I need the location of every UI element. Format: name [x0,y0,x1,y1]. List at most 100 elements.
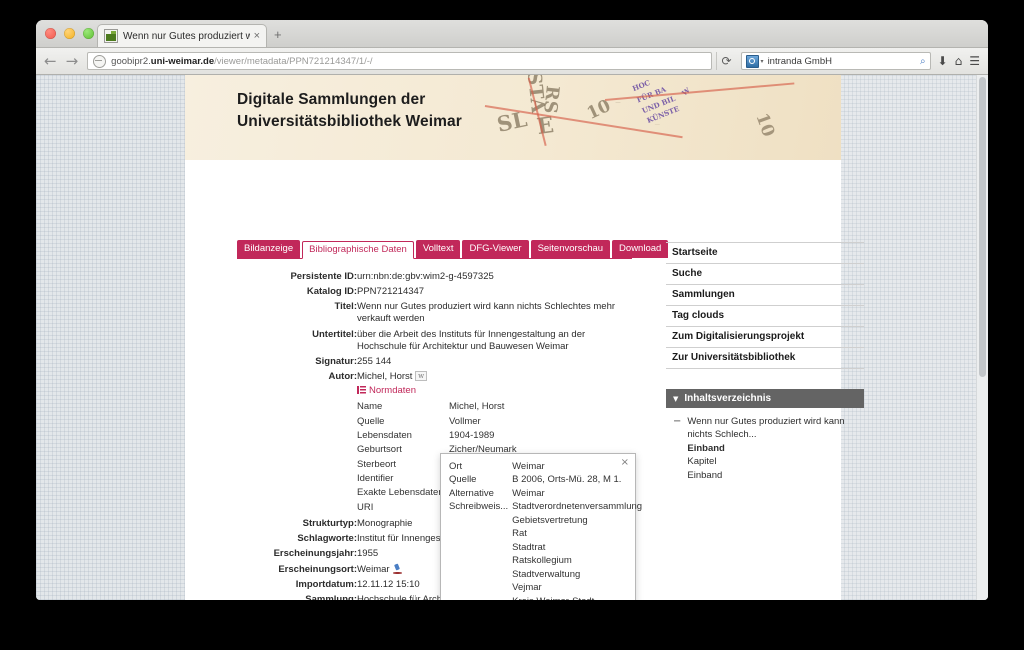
sidebar-item-digitalisierung[interactable]: Zum Digitalisierungsprojekt [666,327,864,348]
field-label: Erscheinungsjahr: [273,548,357,560]
browser-search-box[interactable]: ▾ intranda GmbH ⌕ [740,52,931,70]
field-label: Sammlung: [305,593,357,600]
popup-value: Stadtverordnetenversammlung [512,501,643,513]
gnd-popup[interactable]: × Ort Weimar Quelle B 2006, Orts-Mü. 28,… [440,453,642,600]
list-item: Gebietsvertretung [449,514,642,528]
popup-value: Stadtrat [512,541,546,553]
normdaten-key: Sterbeort [357,458,397,470]
tab-download[interactable]: Download [612,240,669,259]
field-label: Signatur: [315,355,357,367]
list-item: Lebensdaten 1904-1989 [357,429,517,443]
new-tab-button[interactable]: + [274,28,282,41]
toc-entry-einband-2[interactable]: Einband [687,469,857,482]
close-icon[interactable]: × [621,458,629,468]
tab-bibliographische-daten[interactable]: Bibliographische Daten [302,241,414,260]
toc-entry-root[interactable]: Wenn nur Gutes produziert wird kann nich… [687,415,857,442]
favicon-icon [104,29,118,43]
url-prefix: goobipr2. [111,55,151,67]
sidebar-item-startseite[interactable]: Startseite [666,243,864,264]
search-engine-icon[interactable] [745,54,759,68]
address-bar[interactable]: goobipr2.uni-weimar.de/viewer/metadata/P… [87,52,712,70]
tab-dfg-viewer[interactable]: DFG-Viewer [462,240,529,259]
normdaten-link[interactable]: Normdaten [369,385,416,396]
popup-value: B 2006, Orts-Mü. 28, M 1. [512,474,622,486]
field-label: Titel: [334,301,357,313]
popup-key [449,514,512,528]
chevron-down-icon[interactable]: ▼ [673,395,678,403]
list-item: Stadtrat [449,541,642,555]
field-label: Importdatum: [295,578,357,590]
url-host: uni-weimar.de [150,55,215,67]
popup-key [449,528,512,542]
reload-icon[interactable]: ⟳ [715,52,737,70]
search-input[interactable]: intranda GmbH [768,56,920,67]
wikipedia-icon[interactable]: w [415,371,428,382]
sidebar-item-universitaetsbibliothek[interactable]: Zur Universitätsbibliothek [666,348,864,369]
sidebar-item-sammlungen[interactable]: Sammlungen [666,285,864,306]
popup-key: Ort [449,460,463,472]
popup-value: Kreis Weimar-Stadt [512,595,642,600]
maximize-window-button[interactable] [83,28,94,39]
normdaten-key: Exakte Lebensdaten [357,487,444,499]
normdaten-value: Michel, Horst [449,401,505,413]
list-item: Name Michel, Horst [357,400,517,414]
menu-icon[interactable]: ☰ [969,55,980,67]
normdaten-key: Identifier [357,473,394,485]
close-window-button[interactable] [45,28,56,39]
sidebar-item-tag-clouds[interactable]: Tag clouds [666,306,864,327]
normdaten-value: 1904-1989 [449,430,495,442]
map-pin-icon[interactable] [392,564,402,574]
popup-value: Rat [512,528,527,540]
home-icon[interactable]: ⌂ [955,55,963,67]
scrollbar-thumb[interactable] [979,77,986,377]
site-title-line-1: Digitale Sammlungen der [237,91,426,108]
popup-value: Ratskollegium [512,555,572,567]
close-icon[interactable]: × [254,30,260,42]
normdaten-value: Vollmer [449,415,481,427]
sidebar-item-suche[interactable]: Suche [666,264,864,285]
forward-icon[interactable]: → [66,53,79,69]
popup-table: Ort Weimar Quelle B 2006, Orts-Mü. 28, M… [449,460,643,601]
popup-key [449,568,512,582]
scrollbar[interactable] [976,75,988,600]
search-icon[interactable]: ⌕ [920,56,926,67]
table-row: Signatur: 255 144 [237,354,632,369]
field-value: 255 144 [357,355,392,367]
normdaten-key: URI [357,501,374,513]
normdaten-key: Quelle [357,415,385,427]
browser-tab-strip: Wenn nur Gutes produziert wi... × + [36,20,988,48]
tab-bildanzeige[interactable]: Bildanzeige [237,240,301,259]
back-icon[interactable]: ← [44,53,57,69]
minimize-window-button[interactable] [64,28,75,39]
toc-header[interactable]: ▼ Inhaltsverzeichnis [666,389,864,408]
normdaten-key: Lebensdaten [357,430,412,442]
collapse-icon[interactable]: − [673,417,681,427]
address-bar-text: goobipr2.uni-weimar.de/viewer/metadata/P… [111,56,372,67]
table-row: Persistente ID: urn:nbn:de:gbv:wim2-g-45… [237,269,632,284]
toc-title: Inhaltsverzeichnis [684,393,772,404]
browser-tab-title: Wenn nur Gutes produziert wi... [123,30,250,42]
downloads-icon[interactable]: ⬇ [938,55,948,67]
toc-entry-kapitel[interactable]: Kapitel [687,455,857,468]
normdaten-icon [357,386,366,395]
field-label: Strukturtyp: [302,518,357,530]
list-item: Ort Weimar [449,460,642,474]
chevron-down-icon[interactable]: ▾ [761,58,764,65]
browser-tab[interactable]: Wenn nur Gutes produziert wi... × [97,24,267,47]
field-label: Erscheinungsort: [278,563,357,575]
table-row: Titel: Wenn nur Gutes produziert wird ka… [237,300,632,327]
toc-body: − Wenn nur Gutes produziert wird kann ni… [666,408,864,489]
popup-value: Vejmar [512,582,542,594]
field-value: Wenn nur Gutes produziert wird kann nich… [357,301,616,325]
list-item: Rat [449,528,642,542]
field-label: Katalog ID: [306,286,357,298]
popup-key [449,582,512,596]
field-value: PPN721214347 [357,286,425,298]
tab-volltext[interactable]: Volltext [415,240,461,259]
toc-list: Wenn nur Gutes produziert wird kann nich… [687,415,857,482]
normdaten-key: Geburtsort [357,444,402,456]
popup-key [449,555,512,569]
tab-seitenvorschau[interactable]: Seitenvorschau [530,240,611,259]
table-row: Untertitel: über die Arbeit des Institut… [237,327,632,354]
toc-entry-einband[interactable]: Einband [687,442,857,455]
